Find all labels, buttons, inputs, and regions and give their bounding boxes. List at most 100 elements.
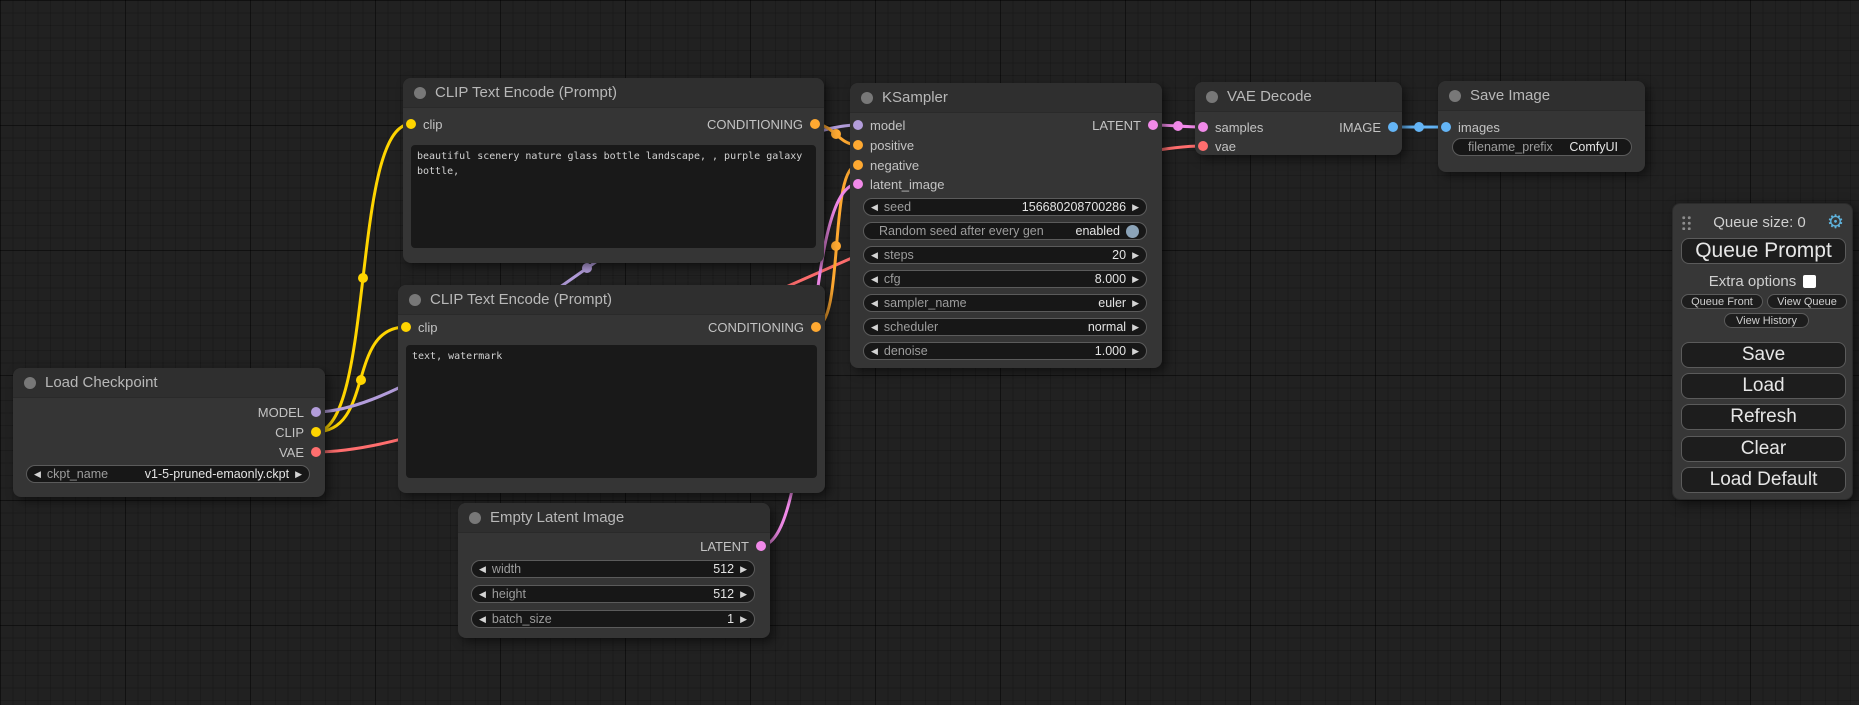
- queue-prompt-button[interactable]: Queue Prompt: [1681, 238, 1846, 264]
- output-dot-vae[interactable]: [311, 447, 321, 457]
- input-slot-vae[interactable]: vae: [1198, 136, 1236, 156]
- increment-icon[interactable]: [740, 590, 747, 599]
- input-slot-model[interactable]: model: [853, 115, 905, 135]
- increment-icon[interactable]: [1132, 275, 1139, 284]
- widget-seed[interactable]: seed 156680208700286: [863, 198, 1147, 216]
- node-header[interactable]: CLIP Text Encode (Prompt): [403, 78, 824, 108]
- gear-icon[interactable]: ⚙: [1827, 213, 1844, 232]
- input-dot-images[interactable]: [1441, 122, 1451, 132]
- prompt-textarea[interactable]: text, watermark: [406, 345, 817, 478]
- decrement-icon[interactable]: [871, 275, 878, 284]
- input-dot-model[interactable]: [853, 120, 863, 130]
- widget-filename-prefix[interactable]: filename_prefix ComfyUI: [1452, 138, 1632, 156]
- input-dot-samples[interactable]: [1198, 122, 1208, 132]
- input-slot-images[interactable]: images: [1441, 117, 1500, 137]
- increment-icon[interactable]: [1132, 347, 1139, 356]
- input-slot-negative[interactable]: negative: [853, 155, 919, 175]
- load-button[interactable]: Load: [1681, 373, 1846, 399]
- node-header[interactable]: VAE Decode: [1195, 82, 1402, 112]
- output-slot-model[interactable]: MODEL: [258, 402, 321, 422]
- node-header[interactable]: Save Image: [1438, 81, 1645, 111]
- widget-random-seed-toggle[interactable]: Random seed after every gen enabled: [863, 222, 1147, 240]
- increment-icon[interactable]: [740, 565, 747, 574]
- decrement-icon[interactable]: [34, 470, 41, 479]
- output-slot-conditioning[interactable]: CONDITIONING: [708, 317, 821, 337]
- toggle-icon[interactable]: [1126, 225, 1139, 238]
- increment-icon[interactable]: [1132, 299, 1139, 308]
- output-dot-conditioning[interactable]: [810, 119, 820, 129]
- input-slot-clip[interactable]: clip: [401, 317, 438, 337]
- extra-options-checkbox[interactable]: [1803, 275, 1816, 288]
- save-button[interactable]: Save: [1681, 342, 1846, 368]
- collapse-dot-icon[interactable]: [1206, 91, 1218, 103]
- input-slot-clip[interactable]: clip: [406, 114, 443, 134]
- node-clip-text-encode-negative[interactable]: CLIP Text Encode (Prompt) clip CONDITION…: [398, 285, 825, 493]
- queue-front-button[interactable]: Queue Front: [1681, 294, 1763, 309]
- comfyui-canvas[interactable]: { "colors":{ "model":"#B39DDB","clip":"#…: [0, 0, 1859, 705]
- widget-steps[interactable]: steps 20: [863, 246, 1147, 264]
- load-default-button[interactable]: Load Default: [1681, 467, 1846, 493]
- collapse-dot-icon[interactable]: [414, 87, 426, 99]
- widget-ckpt-name[interactable]: ckpt_name v1-5-pruned-emaonly.ckpt: [26, 465, 310, 483]
- widget-width[interactable]: width 512: [471, 560, 755, 578]
- widget-denoise[interactable]: denoise 1.000: [863, 342, 1147, 360]
- output-slot-clip[interactable]: CLIP: [275, 422, 321, 442]
- view-queue-button[interactable]: View Queue: [1767, 294, 1847, 309]
- node-header[interactable]: Load Checkpoint: [13, 368, 325, 398]
- output-dot-conditioning[interactable]: [811, 322, 821, 332]
- decrement-icon[interactable]: [479, 590, 486, 599]
- input-dot-positive[interactable]: [853, 140, 863, 150]
- output-slot-latent[interactable]: LATENT: [1092, 115, 1158, 135]
- node-clip-text-encode-positive[interactable]: CLIP Text Encode (Prompt) clip CONDITION…: [403, 78, 824, 263]
- decrement-icon[interactable]: [479, 565, 486, 574]
- node-vae-decode[interactable]: VAE Decode samples vae IMAGE: [1195, 82, 1402, 155]
- collapse-dot-icon[interactable]: [1449, 90, 1461, 102]
- node-header[interactable]: CLIP Text Encode (Prompt): [398, 285, 825, 315]
- decrement-icon[interactable]: [871, 347, 878, 356]
- output-dot-clip[interactable]: [311, 427, 321, 437]
- input-dot-latent-image[interactable]: [853, 179, 863, 189]
- clear-button[interactable]: Clear: [1681, 436, 1846, 462]
- collapse-dot-icon[interactable]: [861, 92, 873, 104]
- output-dot-image[interactable]: [1388, 122, 1398, 132]
- input-slot-positive[interactable]: positive: [853, 135, 914, 155]
- node-header[interactable]: KSampler: [850, 83, 1162, 113]
- input-dot-clip[interactable]: [406, 119, 416, 129]
- collapse-dot-icon[interactable]: [469, 512, 481, 524]
- node-empty-latent-image[interactable]: Empty Latent Image LATENT width 512 heig…: [458, 503, 770, 638]
- node-save-image[interactable]: Save Image images filename_prefix ComfyU…: [1438, 81, 1645, 172]
- decrement-icon[interactable]: [871, 203, 878, 212]
- output-dot-latent[interactable]: [1148, 120, 1158, 130]
- widget-scheduler[interactable]: scheduler normal: [863, 318, 1147, 336]
- drag-handle-icon[interactable]: [1681, 215, 1692, 230]
- collapse-dot-icon[interactable]: [24, 377, 36, 389]
- increment-icon[interactable]: [295, 470, 302, 479]
- node-load-checkpoint[interactable]: Load Checkpoint MODEL CLIP VAE ckpt_name…: [13, 368, 325, 497]
- input-dot-vae[interactable]: [1198, 141, 1208, 151]
- increment-icon[interactable]: [1132, 323, 1139, 332]
- output-dot-latent[interactable]: [756, 541, 766, 551]
- output-slot-conditioning[interactable]: CONDITIONING: [707, 114, 820, 134]
- input-slot-samples[interactable]: samples: [1198, 117, 1263, 137]
- increment-icon[interactable]: [1132, 251, 1139, 260]
- increment-icon[interactable]: [740, 615, 747, 624]
- output-slot-vae[interactable]: VAE: [279, 442, 321, 462]
- node-ksampler[interactable]: KSampler model positive negative latent_…: [850, 83, 1162, 368]
- widget-batch-size[interactable]: batch_size 1: [471, 610, 755, 628]
- input-slot-latent-image[interactable]: latent_image: [853, 174, 944, 194]
- decrement-icon[interactable]: [479, 615, 486, 624]
- output-dot-model[interactable]: [311, 407, 321, 417]
- widget-height[interactable]: height 512: [471, 585, 755, 603]
- output-slot-latent[interactable]: LATENT: [700, 536, 766, 556]
- collapse-dot-icon[interactable]: [409, 294, 421, 306]
- input-dot-negative[interactable]: [853, 160, 863, 170]
- node-header[interactable]: Empty Latent Image: [458, 503, 770, 533]
- decrement-icon[interactable]: [871, 323, 878, 332]
- view-history-button[interactable]: View History: [1724, 313, 1809, 328]
- refresh-button[interactable]: Refresh: [1681, 404, 1846, 430]
- decrement-icon[interactable]: [871, 251, 878, 260]
- output-slot-image[interactable]: IMAGE: [1339, 117, 1398, 137]
- input-dot-clip[interactable]: [401, 322, 411, 332]
- decrement-icon[interactable]: [871, 299, 878, 308]
- prompt-textarea[interactable]: beautiful scenery nature glass bottle la…: [411, 145, 816, 248]
